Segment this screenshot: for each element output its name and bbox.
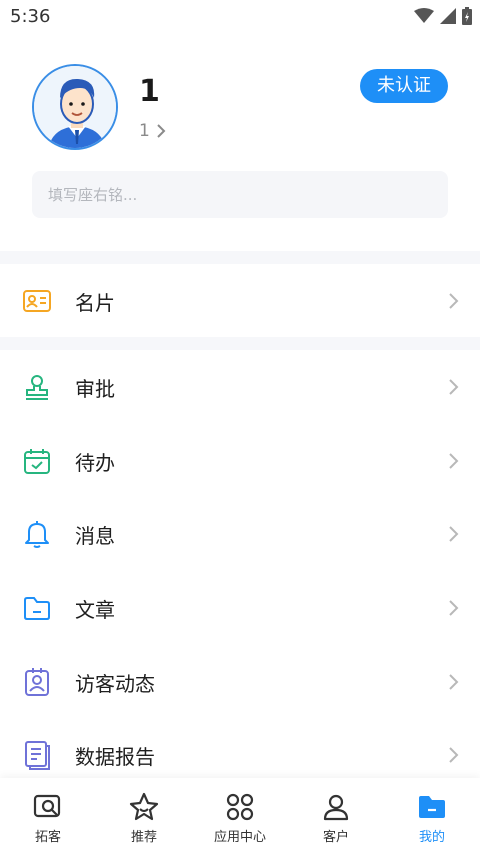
- chevron-right-icon: [449, 526, 459, 542]
- bottom-tab-bar: 拓客 推荐 应用中心 客户 我的: [0, 778, 480, 854]
- motto-input[interactable]: [32, 171, 448, 218]
- tab-label: 拓客: [34, 830, 61, 845]
- folder-filled-icon: [417, 792, 447, 822]
- business-card-icon: [22, 286, 52, 316]
- chevron-right-icon: [449, 293, 459, 309]
- chevron-right-icon: [449, 453, 459, 469]
- status-icons: [414, 7, 472, 25]
- tab-label: 推荐: [130, 830, 157, 845]
- user-sub-link[interactable]: 1: [139, 121, 166, 141]
- menu-item-label: 名片: [75, 290, 115, 315]
- user-avatar-icon: [34, 66, 116, 148]
- status-time: 5:36: [10, 6, 51, 27]
- chevron-right-icon: [449, 600, 459, 616]
- stamp-icon: [22, 372, 52, 402]
- menu-item-todo[interactable]: 待办: [0, 425, 480, 497]
- verify-status-button[interactable]: 未认证: [360, 69, 448, 103]
- chevron-right-icon: [449, 674, 459, 690]
- status-bar: 5:36: [0, 0, 480, 34]
- menu-item-label: 访客动态: [75, 671, 155, 696]
- menu-item-articles[interactable]: 文章: [0, 572, 480, 644]
- avatar[interactable]: [32, 64, 118, 150]
- visitor-badge-icon: [22, 667, 52, 697]
- menu-item-label: 消息: [75, 523, 115, 548]
- menu-item-label: 审批: [75, 376, 115, 401]
- menu-item-messages[interactable]: 消息: [0, 498, 480, 570]
- search-card-icon: [33, 792, 63, 822]
- menu-item-label: 数据报告: [75, 744, 155, 769]
- report-icon: [22, 740, 52, 770]
- bell-icon: [22, 519, 52, 549]
- tab-recommend[interactable]: 推荐: [96, 778, 192, 854]
- wifi-icon: [414, 8, 434, 23]
- user-name: 1: [139, 74, 160, 109]
- chevron-right-icon: [157, 124, 166, 138]
- battery-icon: [462, 7, 472, 25]
- person-icon: [321, 792, 351, 822]
- tab-label: 客户: [322, 830, 349, 845]
- menu-item-label: 待办: [75, 450, 115, 475]
- signal-icon: [440, 8, 456, 24]
- chevron-right-icon: [449, 747, 459, 763]
- menu-item-visitor-activity[interactable]: 访客动态: [0, 646, 480, 718]
- user-sub-text: 1: [139, 121, 150, 141]
- tab-customers[interactable]: 客户: [288, 778, 384, 854]
- star-icon: [129, 792, 159, 822]
- folder-icon: [22, 593, 52, 623]
- section-divider: [0, 251, 480, 264]
- tab-label: 应用中心: [213, 830, 266, 845]
- tab-app-center[interactable]: 应用中心: [192, 778, 288, 854]
- chevron-right-icon: [449, 379, 459, 395]
- calendar-check-icon: [22, 446, 52, 476]
- tab-mine[interactable]: 我的: [384, 778, 480, 854]
- menu-item-approval[interactable]: 审批: [0, 351, 480, 423]
- menu-item-business-card[interactable]: 名片: [0, 265, 480, 337]
- tab-label: 我的: [418, 830, 445, 845]
- tab-prospecting[interactable]: 拓客: [0, 778, 96, 854]
- menu-item-label: 文章: [75, 597, 115, 622]
- section-divider: [0, 337, 480, 350]
- apps-grid-icon: [225, 792, 255, 822]
